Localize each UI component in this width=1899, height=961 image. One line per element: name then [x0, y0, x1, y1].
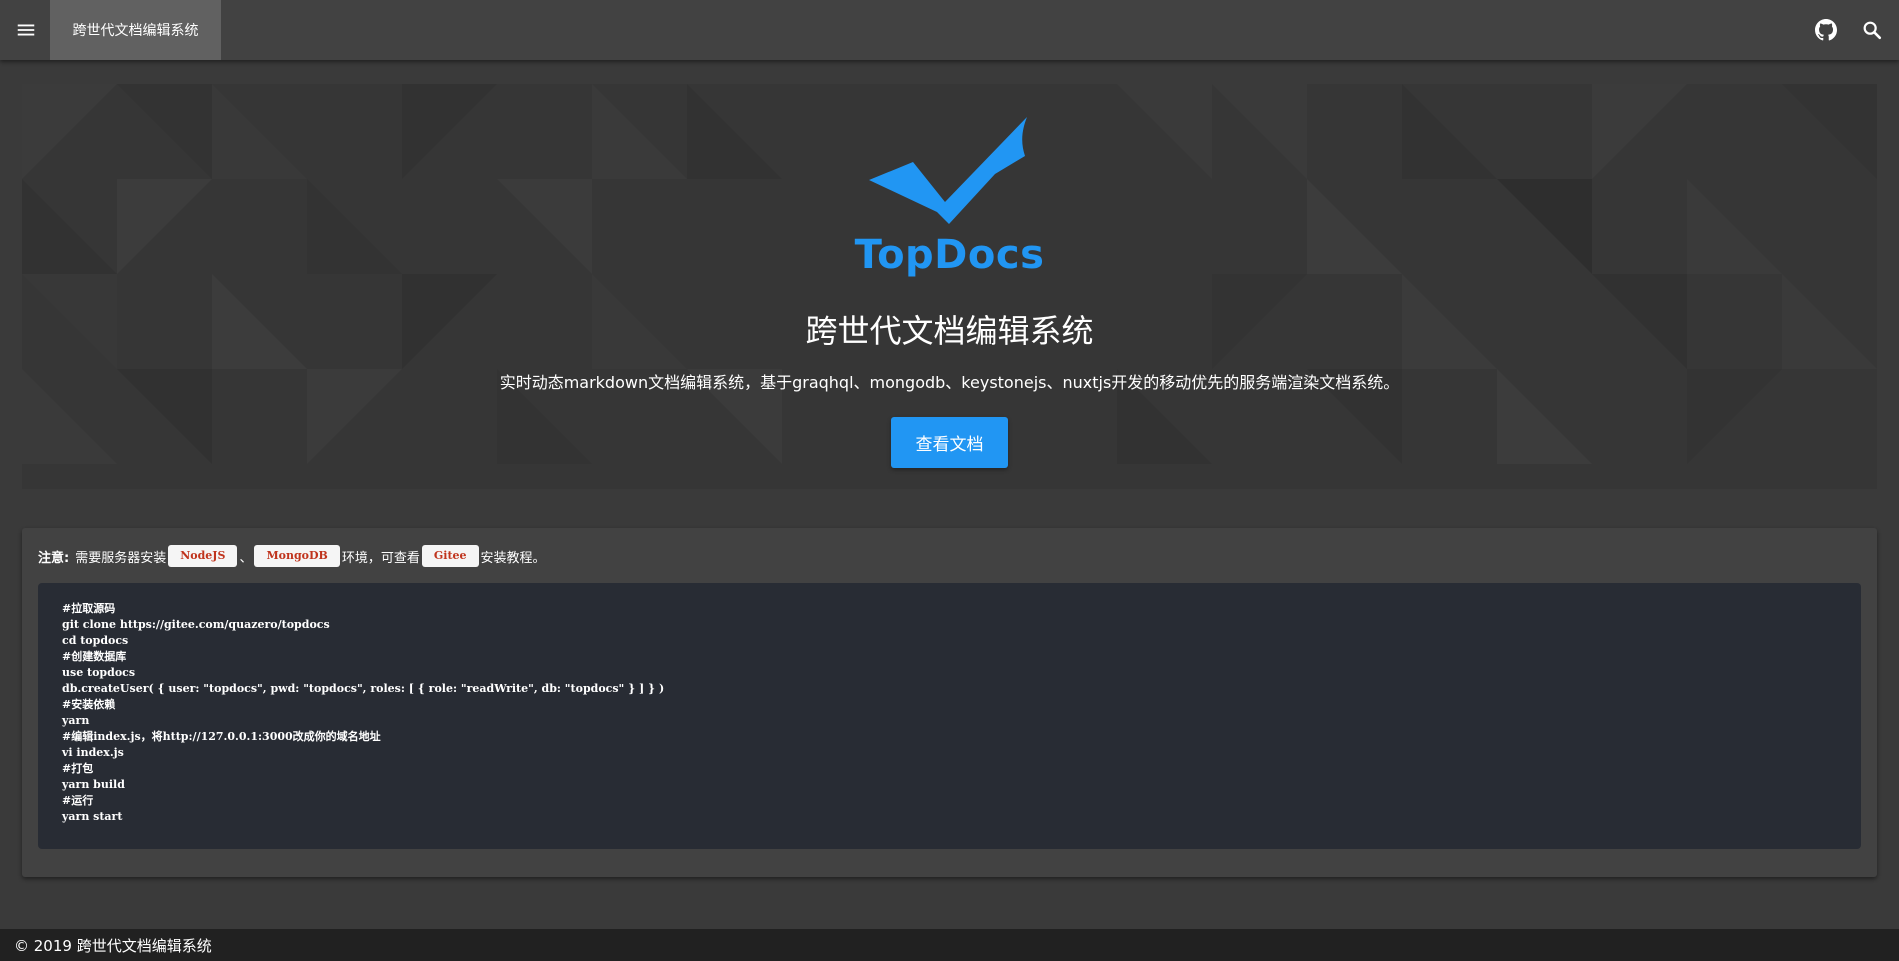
note-text-3: 安装教程。: [480, 550, 546, 566]
note-label: 注意:: [38, 550, 70, 566]
github-icon: [1815, 19, 1837, 41]
code-line: db.createUser( { user: "topdocs", pwd: "…: [62, 682, 665, 695]
note-text-2: 环境，可查看: [341, 550, 420, 566]
logo-wordmark: TopDocs: [854, 232, 1045, 278]
code-line: yarn: [62, 714, 90, 727]
code-line: yarn start: [62, 810, 123, 823]
site-title: 跨世代文档编辑系统: [72, 23, 199, 39]
search-icon: [1863, 21, 1882, 40]
gitee-chip: Gitee: [421, 545, 479, 567]
app-bar: 跨世代文档编辑系统: [0, 0, 1899, 60]
menu-button[interactable]: [10, 14, 42, 46]
code-line: yarn build: [62, 778, 125, 791]
hero-subtitle: 实时动态markdown文档编辑系统，基于graqhql、mongodb、key…: [499, 373, 1400, 392]
code-line: #安装依赖: [62, 698, 116, 711]
nodejs-chip: NodeJS: [168, 545, 238, 567]
github-button[interactable]: [1810, 14, 1842, 46]
search-button[interactable]: [1856, 14, 1888, 46]
code-line: #打包: [62, 762, 94, 775]
install-note: 注意: 需要服务器安装 NodeJS 、 MongoDB 环境，可查看 Gite…: [38, 544, 546, 568]
site-title-tab[interactable]: 跨世代文档编辑系统: [50, 0, 221, 60]
code-line: vi index.js: [62, 746, 124, 759]
checkmark-logo-icon: [869, 117, 1027, 224]
footer: © 2019 跨世代文档编辑系统: [0, 929, 1899, 961]
code-line: #编辑index.js，将http://127.0.0.1:3000改成你的域名…: [62, 730, 381, 743]
code-line: use topdocs: [62, 666, 136, 679]
code-line: cd topdocs: [62, 634, 129, 647]
mongodb-chip: MongoDB: [254, 545, 340, 567]
note-separator: 、: [239, 550, 253, 566]
code-line: #运行: [62, 794, 94, 807]
note-text-1: 需要服务器安装: [75, 550, 167, 566]
hero-section: TopDocs 跨世代文档编辑系统 实时动态markdown文档编辑系统，基于g…: [22, 84, 1877, 489]
view-docs-button[interactable]: 查看文档: [891, 417, 1008, 468]
menu-icon: [17, 24, 35, 36]
install-code-block: #拉取源码 git clone https://gitee.com/quazer…: [38, 583, 1861, 849]
hero-title: 跨世代文档编辑系统: [805, 312, 1094, 350]
copyright-text: © 2019 跨世代文档编辑系统: [14, 936, 212, 955]
code-line: git clone https://gitee.com/quazero/topd…: [62, 618, 330, 631]
code-line: #创建数据库: [62, 650, 127, 663]
code-line: #拉取源码: [62, 602, 116, 615]
install-card: 注意: 需要服务器安装 NodeJS 、 MongoDB 环境，可查看 Gite…: [22, 528, 1877, 877]
